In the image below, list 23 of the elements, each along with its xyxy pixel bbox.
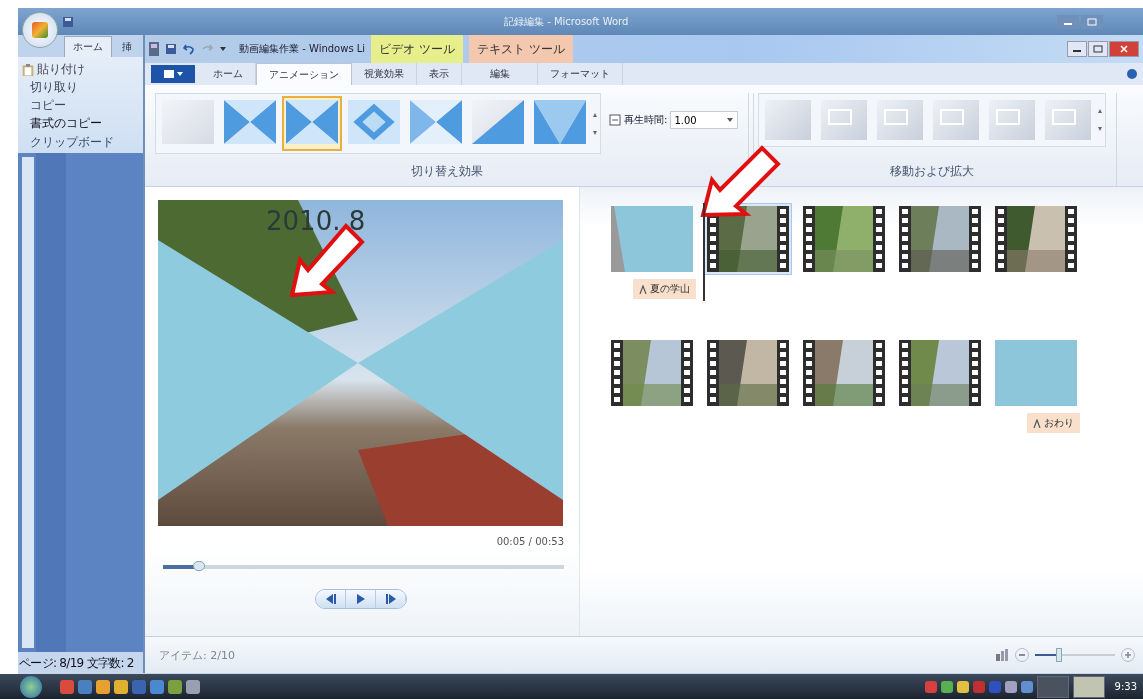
title-caption[interactable]: 夏の学山 bbox=[633, 279, 696, 299]
playback-time: 00:05 / 00:53 bbox=[496, 536, 564, 547]
window-title: 記録編集 - Microsoft Word bbox=[504, 14, 629, 29]
context-tab-header: ビデオ ツール bbox=[371, 35, 463, 63]
copy-button[interactable]: コピー bbox=[30, 97, 140, 114]
window-title: 動画編集作業 - Windows Li bbox=[239, 42, 366, 56]
cut-button[interactable]: 切り取り bbox=[30, 79, 140, 96]
group-label: 切り替え効果 bbox=[410, 163, 483, 180]
group-label: クリップボード bbox=[29, 134, 115, 151]
duration-label: 再生時間: bbox=[624, 113, 668, 127]
duration-dropdown[interactable]: 1.00 bbox=[670, 111, 739, 129]
ribbon-tab[interactable]: ホーム bbox=[64, 36, 112, 57]
context-tab-header: テキスト ツール bbox=[468, 35, 573, 63]
status-text: ページ: 8/19 bbox=[19, 654, 84, 672]
format-painter-button[interactable]: 書式のコピー bbox=[30, 115, 140, 132]
status-text: 文字数: 2 bbox=[86, 654, 134, 672]
paste-button[interactable]: 貼り付け bbox=[22, 61, 140, 78]
clock: 9:33 bbox=[1114, 681, 1137, 692]
group-label: 移動および拡大 bbox=[890, 163, 975, 180]
item-count: アイテム: 2/10 bbox=[159, 647, 235, 663]
ribbon-tab[interactable]: 挿 bbox=[114, 37, 140, 57]
title-caption[interactable]: おわり bbox=[1027, 413, 1080, 433]
ribbon-tab[interactable]: アニメーション bbox=[256, 63, 352, 85]
